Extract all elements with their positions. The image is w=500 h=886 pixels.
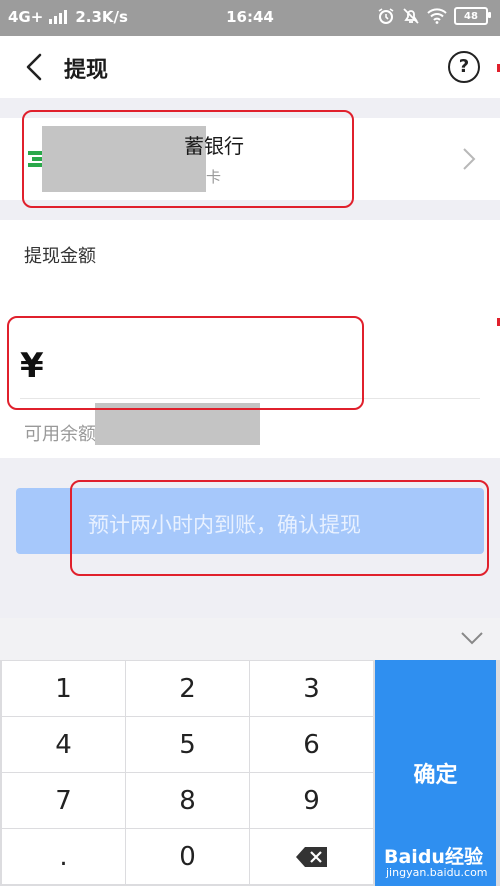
key-1[interactable]: 1 [2, 661, 125, 716]
alarm-icon [378, 8, 394, 24]
key-decimal[interactable]: . [2, 829, 125, 884]
backspace-icon [295, 846, 327, 867]
key-7[interactable]: 7 [2, 773, 125, 828]
chevron-right-icon[interactable] [458, 145, 478, 173]
key-backspace[interactable] [250, 829, 373, 884]
amount-label: 提现金额 [24, 246, 96, 267]
page-title: 提现 [64, 58, 109, 83]
key-9[interactable]: 9 [250, 773, 373, 828]
status-bar: 4G+ 2.3K/s 16:44 48 [0, 0, 500, 36]
key-2[interactable]: 2 [126, 661, 249, 716]
watermark-logo: Baidu经验 [384, 846, 483, 868]
key-6[interactable]: 6 [250, 717, 373, 772]
highlight-bank-card [22, 110, 354, 208]
highlight-amount [7, 316, 364, 410]
help-icon[interactable]: ? [448, 51, 480, 83]
back-arrow-icon[interactable] [18, 50, 52, 84]
key-3[interactable]: 3 [250, 661, 373, 716]
key-4[interactable]: 4 [2, 717, 125, 772]
chevron-down-icon[interactable] [458, 629, 486, 647]
status-right: 48 [377, 7, 491, 25]
key-0[interactable]: 0 [126, 829, 249, 884]
keyboard-toolbar [0, 618, 500, 660]
watermark-url: jingyan.baidu.com [386, 866, 488, 879]
wifi-icon [427, 8, 447, 24]
mute-icon [403, 8, 419, 24]
key-8[interactable]: 8 [126, 773, 249, 828]
highlight-confirm [70, 480, 489, 576]
battery-icon: 48 [454, 7, 491, 25]
app-header: 提现 ? [0, 36, 500, 98]
key-5[interactable]: 5 [126, 717, 249, 772]
available-balance-label: 可用余额 [24, 424, 96, 445]
ok-key-label: 确定 [413, 763, 458, 788]
